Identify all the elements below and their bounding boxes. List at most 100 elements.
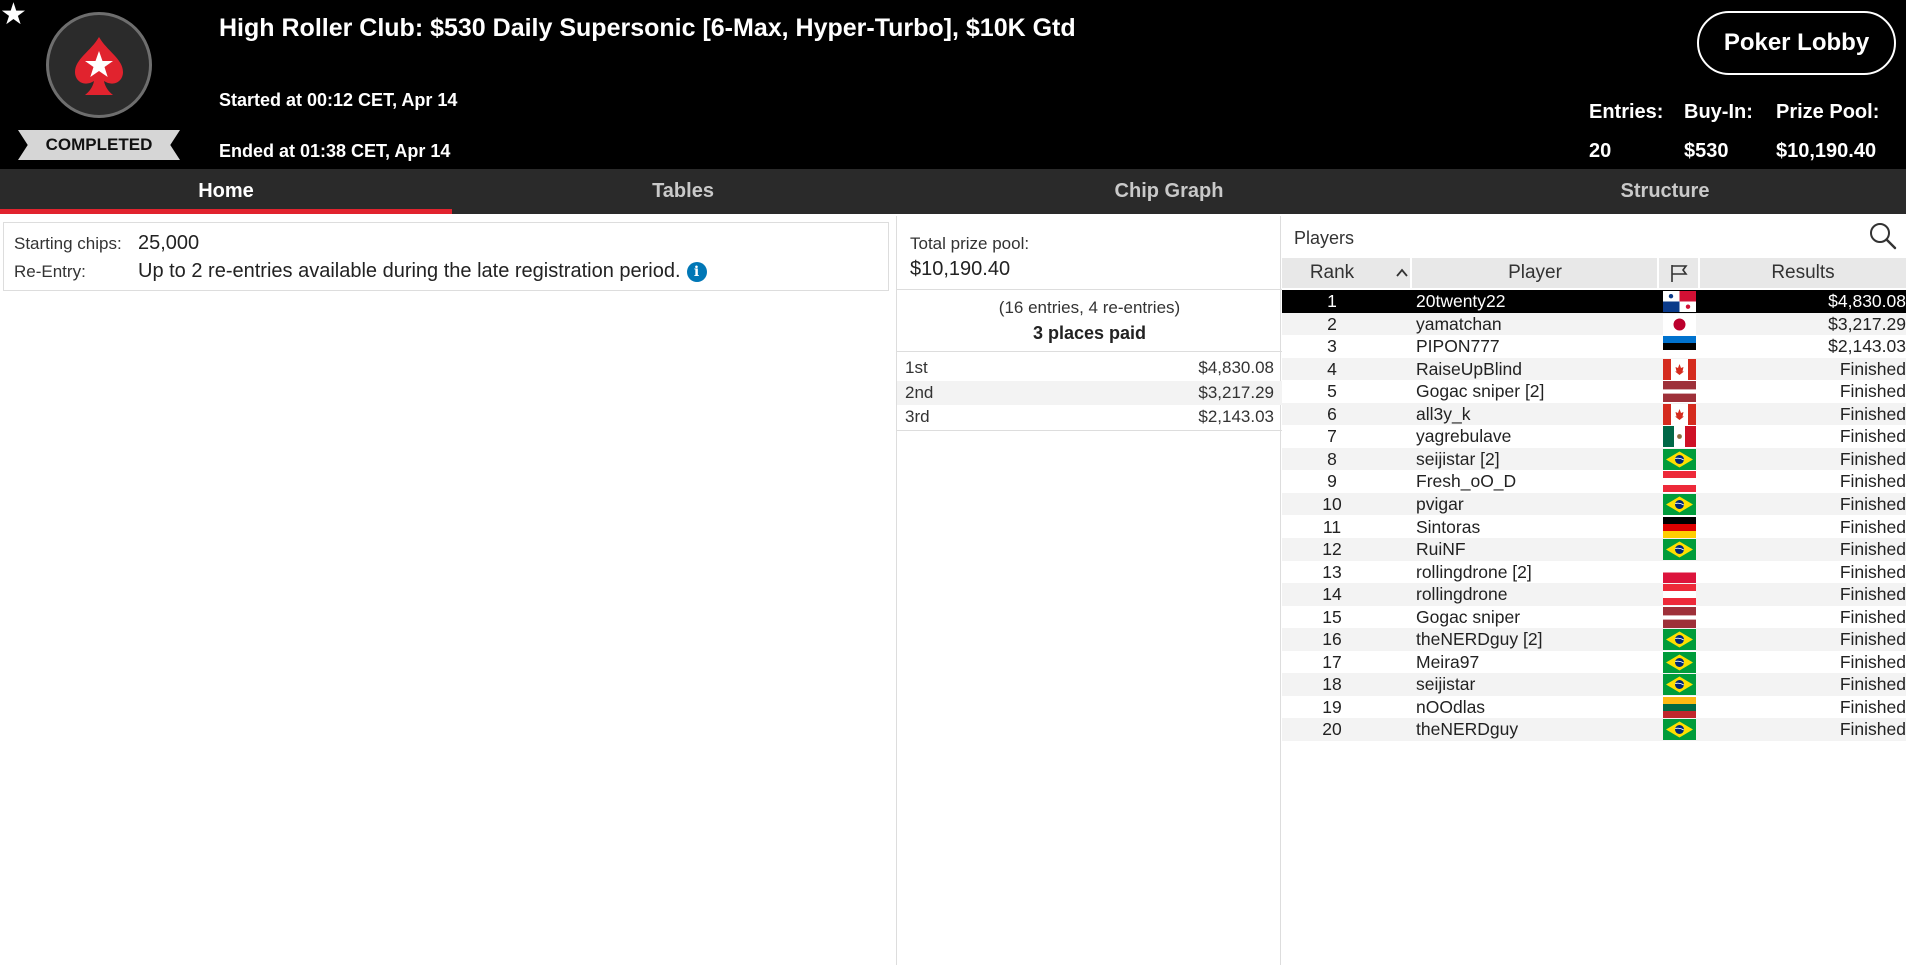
payout-row: 1st $4,830.08 (897, 356, 1282, 380)
player-result: Finished (1839, 516, 1906, 537)
player-rank: 15 (1322, 606, 1342, 627)
austria-flag-icon (1663, 471, 1696, 493)
player-name: all3y_k (1416, 403, 1471, 424)
player-rank: 6 (1327, 403, 1337, 424)
starting-chips-value: 25,000 (138, 232, 200, 254)
player-row[interactable]: 11 Sintoras Finished (1282, 516, 1906, 539)
divider (897, 429, 1282, 431)
player-result: $3,217.29 (1828, 313, 1906, 334)
panama-flag-icon (1663, 291, 1696, 312)
flag-column-icon[interactable] (1659, 258, 1699, 288)
players-table-header: Rank Player Results (1282, 258, 1906, 288)
player-row[interactable]: 12 RuiNF Finished (1282, 538, 1906, 561)
player-rank: 12 (1322, 539, 1342, 560)
player-name: theNERDguy [2] (1416, 629, 1543, 650)
search-icon[interactable] (1868, 221, 1898, 251)
tournament-header: ★ COMPLETED High Roller Club: $530 Daily… (0, 0, 1906, 169)
player-row[interactable]: 6 all3y_k Finished (1282, 402, 1906, 426)
player-row[interactable]: 9 Fresh_oO_D Finished (1282, 470, 1906, 493)
player-row[interactable]: 16 theNERDguy [2] Finished (1282, 628, 1906, 651)
tab-chip-graph[interactable]: Chip Graph (914, 169, 1424, 214)
payout-place: 1st (905, 358, 928, 377)
player-row[interactable]: 2 yamatchan $3,217.29 (1282, 312, 1906, 336)
tab-home[interactable]: Home (0, 169, 452, 214)
column-header-player[interactable]: Player (1412, 258, 1658, 288)
poker-lobby-button[interactable]: Poker Lobby (1697, 11, 1896, 75)
player-row[interactable]: 15 Gogac sniper Finished (1282, 606, 1906, 629)
favorite-star-icon[interactable]: ★ (0, 0, 27, 30)
tournament-info-box: Starting chips: 25,000 Re-Entry: Up to 2… (3, 222, 889, 291)
player-rank: 17 (1322, 651, 1342, 672)
player-result: Finished (1839, 381, 1906, 402)
brazil-flag-icon (1663, 539, 1696, 561)
brazil-flag-icon (1663, 448, 1696, 470)
tab-structure[interactable]: Structure (1424, 169, 1906, 214)
sort-ascending-icon[interactable] (1392, 258, 1412, 288)
player-rank: 14 (1322, 584, 1342, 605)
player-row[interactable]: 1 20twenty22 $4,830.08 (1282, 290, 1906, 313)
reentry-text: Up to 2 re-entries available during the … (138, 260, 681, 282)
brazil-flag-icon (1663, 493, 1696, 515)
player-rank: 13 (1322, 561, 1342, 582)
player-row[interactable]: 13 rollingdrone [2] Finished (1282, 561, 1906, 584)
player-row[interactable]: 20 theNERDguy Finished (1282, 718, 1906, 741)
column-header-results[interactable]: Results (1700, 258, 1906, 288)
player-rank: 7 (1327, 426, 1337, 447)
entries-label: Entries: (1589, 101, 1664, 123)
player-name: yagrebulave (1416, 426, 1512, 447)
player-name: seijistar (1416, 674, 1476, 695)
player-row[interactable]: 7 yagrebulave Finished (1282, 425, 1906, 448)
pokerstars-logo (46, 12, 152, 118)
divider (897, 289, 1282, 290)
player-name: Gogac sniper [2] (1416, 381, 1545, 402)
player-row[interactable]: 19 nOOdlas Finished (1282, 696, 1906, 719)
player-rank: 8 (1327, 448, 1337, 469)
player-result: Finished (1839, 584, 1906, 605)
payout-amount: $2,143.03 (1198, 407, 1274, 426)
player-row[interactable]: 8 seijistar [2] Finished (1282, 447, 1906, 471)
estonia-flag-icon (1663, 336, 1696, 358)
brazil-flag-icon (1663, 651, 1696, 673)
payout-amount: $4,830.08 (1198, 358, 1274, 377)
player-result: Finished (1839, 719, 1906, 740)
player-result: Finished (1839, 561, 1906, 582)
latvia-flag-icon (1663, 381, 1696, 403)
reentry-label: Re-Entry: (14, 262, 86, 281)
japan-flag-icon (1663, 313, 1696, 335)
entries-note: (16 entries, 4 re-entries) (998, 298, 1181, 317)
buyin-label: Buy-In: (1684, 101, 1753, 123)
prize-pool-value: $10,190.40 (1776, 140, 1877, 162)
player-result: Finished (1839, 606, 1906, 627)
prize-pool-label: Prize Pool: (1776, 101, 1880, 123)
column-header-rank[interactable]: Rank (1282, 258, 1382, 288)
player-row[interactable]: 18 seijistar Finished (1282, 673, 1906, 696)
canada-flag-icon (1663, 403, 1696, 425)
starting-chips-label: Starting chips: (14, 234, 122, 253)
player-name: Sintoras (1416, 516, 1481, 537)
player-rank: 9 (1327, 471, 1337, 492)
player-result: $4,830.08 (1828, 291, 1906, 311)
player-name: PIPON777 (1416, 336, 1500, 357)
payout-place: 3rd (905, 407, 930, 426)
brazil-flag-icon (1663, 719, 1696, 741)
tab-tables[interactable]: Tables (452, 169, 914, 214)
info-icon[interactable]: i (686, 262, 707, 282)
player-row[interactable]: 14 rollingdrone Finished (1282, 583, 1906, 606)
player-name: RuiNF (1416, 539, 1466, 560)
player-result: Finished (1839, 493, 1906, 514)
players-panel: Players Rank Player Results 1 20twenty22 $… (1282, 216, 1906, 965)
player-result: Finished (1839, 426, 1906, 447)
player-row[interactable]: 5 Gogac sniper [2] Finished (1282, 380, 1906, 403)
total-prize-pool-value: $10,190.40 (910, 258, 1011, 280)
player-row[interactable]: 10 pvigar Finished (1282, 492, 1906, 516)
player-name: RaiseUpBlind (1416, 358, 1523, 379)
player-row[interactable]: 4 RaiseUpBlind Finished (1282, 357, 1906, 381)
places-paid: 3 places paid (1032, 323, 1147, 343)
mexico-flag-icon (1663, 426, 1696, 448)
player-row[interactable]: 3 PIPON777 $2,143.03 (1282, 335, 1906, 358)
player-rank: 5 (1327, 381, 1337, 402)
player-rank: 16 (1322, 629, 1342, 650)
entries-value: 20 (1589, 140, 1612, 162)
buyin-value: $530 (1684, 140, 1729, 162)
player-row[interactable]: 17 Meira97 Finished (1282, 651, 1906, 674)
